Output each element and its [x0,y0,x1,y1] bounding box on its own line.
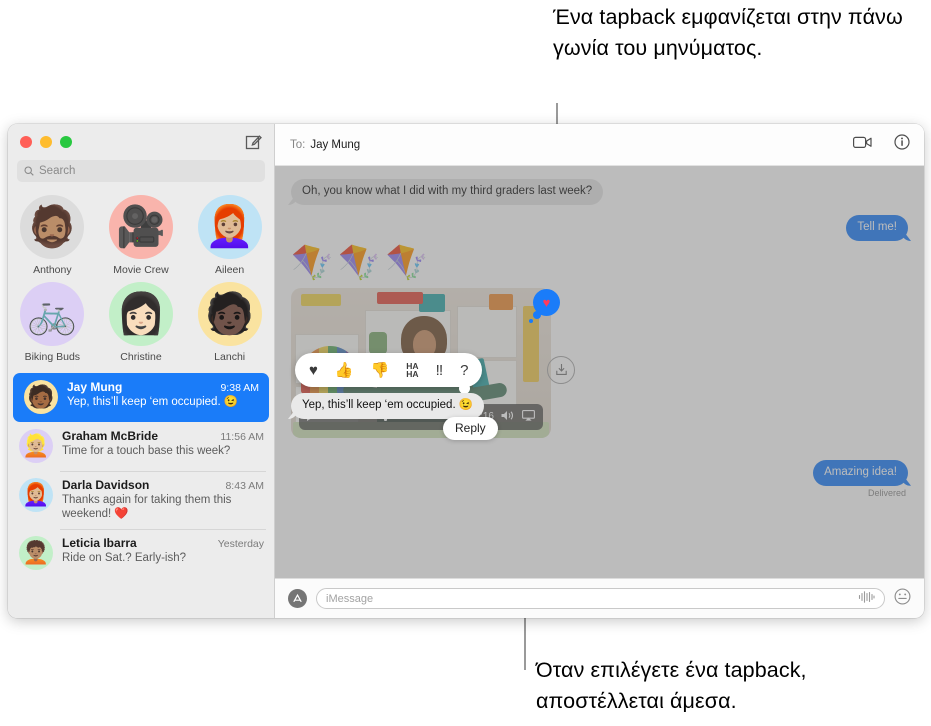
avatar: 🧔🏽 [20,195,84,259]
traffic-lights [20,136,72,148]
conversation-name: Graham McBride [62,429,158,443]
tapback-heart-icon[interactable]: ♥ [309,363,318,378]
chat-pane: To: Jay Mung [275,124,924,618]
callout-bottom-text: Όταν επιλέγετε ένα tapback, αποστέλλεται… [536,655,928,717]
tapback-badge-heart[interactable]: ♥ [533,289,560,316]
recipient-name: Jay Mung [310,139,360,151]
close-button[interactable] [20,136,32,148]
conversation-list: 🧑🏾 Jay Mung 9:38 AM Yep, this’ll keep ‘e… [8,373,274,578]
avatar: 👩🏻 [109,282,173,346]
imessage-input[interactable]: iMessage [316,588,885,609]
message-bubble-outgoing: Amazing idea! [813,460,908,486]
volume-icon[interactable] [501,410,515,424]
chat-header: To: Jay Mung [275,124,924,166]
search-placeholder: Search [39,165,75,177]
download-icon[interactable] [547,356,575,384]
pinned-item-christine[interactable]: 👩🏻 Christine [97,282,186,363]
selected-message-row: Yep, this’ll keep ‘em occupied. 😉 Reply [291,393,484,419]
conversation-time: Yesterday [218,538,264,550]
conversation-name: Leticia Ibarra [62,536,137,550]
conversation-name: Jay Mung [67,380,122,394]
avatar: 👩🏼‍🦰 [19,478,53,512]
search-input[interactable]: Search [17,160,265,182]
message-bubble-incoming: Oh, you know what I did with my third gr… [291,179,603,205]
avatar: 🧑🏾 [24,380,58,414]
pinned-item-label: Movie Crew [113,264,168,276]
pinned-conversations: 🧔🏽 Anthony 🎥 Movie Crew 👩🏼‍🦰 Aileen 🚲 Bi… [8,195,274,363]
avatar: 👱🏼 [19,429,53,463]
avatar-glyph: 🧔🏽 [27,207,77,247]
conversation-time: 11:56 AM [220,431,264,443]
compose-icon[interactable] [244,132,263,151]
minimize-button[interactable] [40,136,52,148]
kite-emoji-message: 🪁🪁🪁 [275,241,924,282]
info-icon[interactable] [894,134,910,155]
chat-body: Oh, you know what I did with my third gr… [275,166,924,618]
avatar-glyph: 🧑🏿 [205,294,255,334]
avatar-glyph: 🧑🏾 [27,386,54,408]
conversation-row-darla-davidson[interactable]: 👩🏼‍🦰 Darla Davidson 8:43 AM Thanks again… [8,471,274,529]
conversation-preview: Ride on Sat.? Early-ish? [62,551,264,565]
avatar-glyph: 🚲 [27,294,77,334]
tapback-thumbs-up-icon[interactable]: 👍 [335,363,354,378]
message-bubble-outgoing: Tell me! [846,215,908,241]
callout-top-text: Ένα tapback εμφανίζεται στην πάνω γωνία … [553,2,923,64]
sidebar: Search 🧔🏽 Anthony 🎥 Movie Crew 👩🏼‍🦰 Aile… [8,124,275,618]
pinned-item-biking-buds[interactable]: 🚲 Biking Buds [8,282,97,363]
pinned-item-label: Lanchi [214,351,245,363]
avatar-glyph: 👩🏼‍🦰 [22,484,49,506]
conversation-time: 8:43 AM [225,480,264,492]
emoji-icon[interactable] [894,588,911,609]
avatar: 🧑🏿 [198,282,262,346]
conversation-row-leticia-ibarra[interactable]: 🧑🏽‍🦱 Leticia Ibarra Yesterday Ride on Sa… [8,529,274,578]
imessage-placeholder: iMessage [326,593,373,605]
avatar: 🚲 [20,282,84,346]
conversation-time: 9:38 AM [220,382,259,394]
avatar: 🎥 [109,195,173,259]
message-input-bar: iMessage [275,578,924,618]
pinned-item-aileen[interactable]: 👩🏼‍🦰 Aileen [185,195,274,276]
tapback-exclamation-icon[interactable]: ‼ [436,363,444,378]
message-row: Tell me! [275,215,924,241]
conversation-row-graham-mcbride[interactable]: 👱🏼 Graham McBride 11:56 AM Time for a to… [8,422,274,471]
tapback-thumbs-down-icon[interactable]: 👎 [371,363,390,378]
tapback-picker[interactable]: ♥ 👍 👎 HA HA ‼ ? [295,353,482,387]
avatar-glyph: 👱🏼 [22,435,49,457]
recipient-label: To: [290,139,305,151]
pinned-item-label: Aileen [215,264,244,276]
delivery-status: Delivered [275,486,924,498]
conversation-preview: Yep, this’ll keep ‘em occupied. 😉 [67,395,259,409]
message-row: Amazing idea! [275,460,924,486]
avatar-glyph: 🧑🏽‍🦱 [22,542,49,564]
pinned-item-anthony[interactable]: 🧔🏽 Anthony [8,195,97,276]
avatar: 👩🏼‍🦰 [198,195,262,259]
message-row: Oh, you know what I did with my third gr… [275,179,924,205]
avatar-glyph: 👩🏻 [116,294,166,334]
pinned-item-label: Christine [120,351,161,363]
pinned-item-lanchi[interactable]: 🧑🏿 Lanchi [185,282,274,363]
zoom-button[interactable] [60,136,72,148]
tapback-haha-icon[interactable]: HA HA [406,362,418,379]
search-icon [24,166,34,176]
heart-icon: ♥ [543,295,551,310]
avatar: 🧑🏽‍🦱 [19,536,53,570]
pinned-item-label: Anthony [33,264,72,276]
airplay-icon[interactable] [522,410,535,424]
facetime-video-icon[interactable] [853,136,872,154]
pinned-item-label: Biking Buds [25,351,80,363]
reply-button[interactable]: Reply [443,417,498,440]
messages-window: Search 🧔🏽 Anthony 🎥 Movie Crew 👩🏼‍🦰 Aile… [8,124,924,618]
conversation-row-jay-mung[interactable]: 🧑🏾 Jay Mung 9:38 AM Yep, this’ll keep ‘e… [13,373,269,422]
tapback-question-icon[interactable]: ? [460,363,468,378]
pinned-item-movie-crew[interactable]: 🎥 Movie Crew [97,195,186,276]
window-titlebar [8,124,274,156]
avatar-glyph: 👩🏼‍🦰 [205,207,255,247]
conversation-name: Darla Davidson [62,478,149,492]
appstore-icon[interactable] [288,589,307,608]
audio-waveform-icon[interactable] [858,590,875,608]
selected-message-bubble[interactable]: Yep, this’ll keep ‘em occupied. 😉 [291,393,484,419]
avatar-glyph: 🎥 [116,207,166,247]
conversation-preview: Thanks again for taking them this weeken… [62,493,264,521]
conversation-preview: Time for a touch base this week? [62,444,264,458]
